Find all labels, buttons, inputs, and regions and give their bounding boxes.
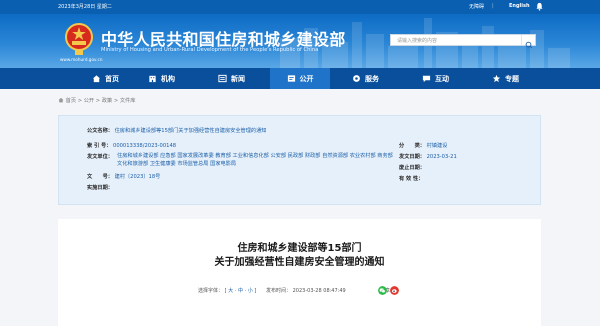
issuer-key: 发文单位： xyxy=(87,154,113,160)
publish-label: 发布时间： xyxy=(266,288,292,294)
notification-icon[interactable] xyxy=(535,2,544,11)
date-value: 2023-03-21 xyxy=(426,154,457,160)
site-url: www.mohurd.gov.cn xyxy=(60,57,103,62)
category-key: 分 类： xyxy=(399,143,425,149)
search-input[interactable]: 请输入搜索的内容 xyxy=(390,34,536,49)
nav-topics[interactable]: 专题 xyxy=(492,68,519,89)
breadcrumb: 首页 > 公开 > 政策 > 文件库 xyxy=(58,97,135,104)
breadcrumb-public[interactable]: 公开 xyxy=(84,98,94,104)
issuer-row: 发文单位： xyxy=(87,153,113,160)
issuer-value: 住房和城乡建设部 应急部 国家发展改革委 教育部 工业和信息化部 公安部 民政部… xyxy=(117,153,393,167)
font-separator: · xyxy=(234,288,237,294)
weibo-share-icon[interactable] xyxy=(390,286,399,295)
wechat-share-icon[interactable] xyxy=(378,286,387,295)
nav-home[interactable]: 首页 xyxy=(92,68,119,89)
breadcrumb-home-icon xyxy=(58,97,64,103)
doc-title-row: 公文名称： 住房和城乡建设部等15部门关于加强经营性自建房安全管理的通知 xyxy=(87,127,266,134)
current-date: 2023年3月28日 星期二 xyxy=(58,4,112,10)
site-subtitle: Ministry of Housing and Urban-Rural Deve… xyxy=(101,47,319,53)
font-size-label: 选择字体： xyxy=(198,288,224,294)
top-bar: 2023年3月28日 星期二 无障碍 | English xyxy=(0,0,600,14)
accessibility-link[interactable]: 无障碍 xyxy=(469,3,484,10)
search-button[interactable] xyxy=(521,35,535,49)
category-value: 村镇建设 xyxy=(426,143,448,149)
validity-row: 有 效 性： xyxy=(399,175,423,182)
national-emblem-logo xyxy=(65,23,93,55)
home-icon xyxy=(92,75,101,83)
breadcrumb-policy[interactable]: 政策 xyxy=(102,98,112,104)
nav-public-label: 公开 xyxy=(299,74,314,83)
breadcrumb-separator: > xyxy=(95,98,101,104)
date-row: 发文日期： 2023-03-21 xyxy=(399,153,457,160)
article-title-line1: 住房和城乡建设部等15部门 xyxy=(237,243,362,254)
index-value: 000013338/2023-00148 xyxy=(113,143,177,149)
index-row: 索 引 号： 000013338/2023-00148 xyxy=(87,142,176,149)
number-row: 文 号： 建村〔2023〕18号 xyxy=(87,173,160,180)
effective-row: 实施日期： xyxy=(87,184,113,191)
effective-key: 实施日期： xyxy=(87,185,113,191)
topbar-divider: | xyxy=(492,3,494,9)
font-bracket-open: [ xyxy=(224,288,227,294)
validity-key: 有 效 性： xyxy=(399,176,424,182)
nav-interaction[interactable]: 互动 xyxy=(422,68,449,89)
font-large-option[interactable]: 大 xyxy=(228,288,233,294)
nav-interaction-label: 互动 xyxy=(435,74,449,83)
open-icon xyxy=(287,75,295,82)
breadcrumb-separator: > xyxy=(113,98,119,104)
breadcrumb-separator: > xyxy=(77,98,83,104)
article-body: 住房和城乡建设部等15部门 关于加强经营性自建房安全管理的通知 选择字体： [ … xyxy=(58,219,541,326)
service-icon xyxy=(353,75,360,82)
english-link[interactable]: English xyxy=(509,3,530,9)
nav-home-label: 首页 xyxy=(105,74,119,83)
nav-public[interactable]: 公开 xyxy=(270,68,330,89)
number-value: 建村〔2023〕18号 xyxy=(114,174,161,180)
search-placeholder: 请输入搜索的内容 xyxy=(397,38,438,44)
font-medium-option[interactable]: 中 xyxy=(238,288,243,294)
nav-organization-label: 机构 xyxy=(161,74,175,83)
number-key: 文 号： xyxy=(87,174,113,180)
breadcrumb-file-library[interactable]: 文件库 xyxy=(120,98,136,104)
font-size-selector: 选择字体： [ 大 · 中 · 小 ] xyxy=(198,287,256,294)
doc-title-key: 公文名称： xyxy=(87,128,113,134)
font-bracket-close: ] xyxy=(254,288,257,294)
font-small-option[interactable]: 小 xyxy=(248,288,253,294)
topic-icon xyxy=(492,74,501,83)
doc-title-value: 住房和城乡建设部等15部门关于加强经营性自建房安全管理的通知 xyxy=(114,128,267,134)
publish-time: 2023-03-28 08:47:49 xyxy=(292,288,346,294)
font-separator: · xyxy=(244,288,247,294)
chat-icon xyxy=(422,75,431,83)
news-icon xyxy=(218,74,227,83)
breadcrumb-home[interactable]: 首页 xyxy=(66,98,76,104)
expire-key: 废止日期： xyxy=(399,165,425,171)
main-nav: 首页 机构 新闻 公开 服务 互动 专题 xyxy=(0,68,600,89)
nav-service[interactable]: 服务 xyxy=(352,68,379,89)
article-title-line2: 关于加强经营性自建房安全管理的通知 xyxy=(214,257,385,268)
search-icon xyxy=(525,41,533,49)
site-header: 中华人民共和国住房和城乡建设部 Ministry of Housing and … xyxy=(0,14,600,68)
nav-topics-label: 专题 xyxy=(505,74,519,83)
nav-news-label: 新闻 xyxy=(231,74,245,83)
document-info-panel: 公文名称： 住房和城乡建设部等15部门关于加强经营性自建房安全管理的通知 索 引… xyxy=(58,115,541,205)
nav-service-label: 服务 xyxy=(365,74,379,83)
expire-row: 废止日期： xyxy=(399,164,425,171)
building-icon xyxy=(149,75,156,83)
publish-info: 发布时间： 2023-03-28 08:47:49 xyxy=(266,287,346,294)
category-row: 分 类： 村镇建设 xyxy=(399,142,447,149)
nav-organization[interactable]: 机构 xyxy=(148,68,175,89)
index-key: 索 引 号： xyxy=(87,143,112,149)
date-key: 发文日期： xyxy=(399,154,425,160)
nav-news[interactable]: 新闻 xyxy=(218,68,245,89)
